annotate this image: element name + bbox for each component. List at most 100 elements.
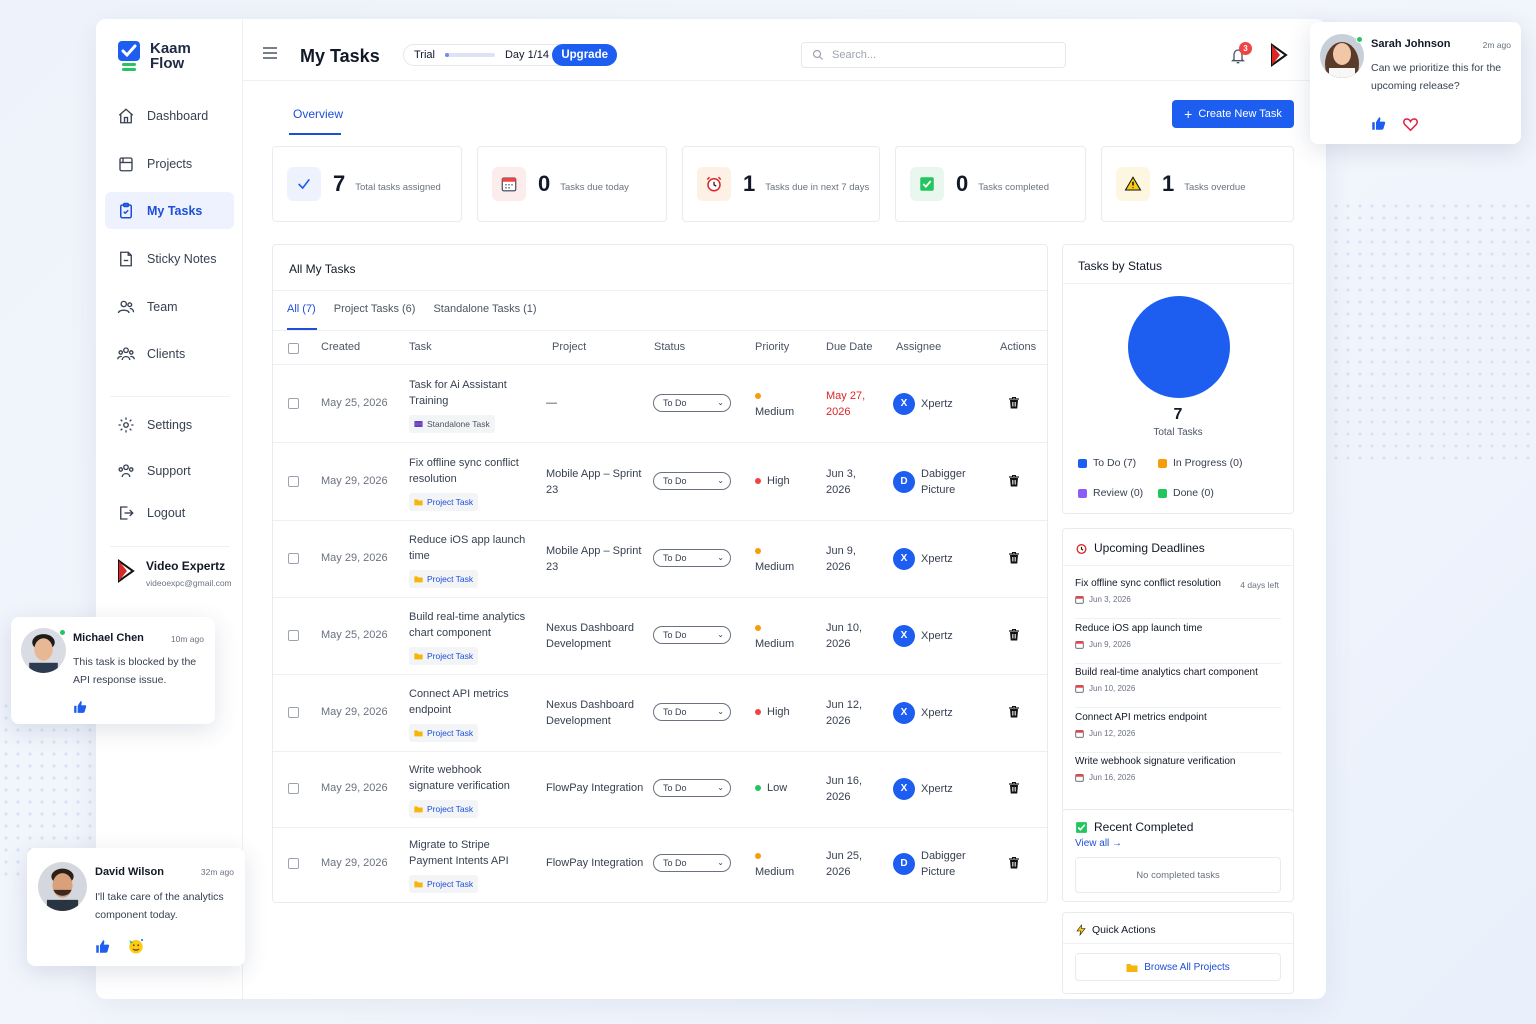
trash-icon[interactable] (1008, 628, 1020, 642)
deadline-item[interactable]: Fix offline sync conflict resolution Jun … (1075, 578, 1281, 619)
task-cell[interactable]: Task for Ai Assistant Training Standalone… (409, 377, 527, 433)
task-cell[interactable]: Reduce iOS app launch time Project Task (409, 532, 527, 588)
party-face-icon[interactable] (127, 937, 145, 955)
row-checkbox[interactable] (288, 476, 299, 487)
column-header-due-date[interactable]: Due Date (826, 341, 872, 353)
background-dots (1330, 200, 1530, 460)
sidebar-item-label: Sticky Notes (147, 251, 217, 266)
assignee[interactable]: X Xpertz (893, 697, 983, 729)
trash-icon[interactable] (1008, 396, 1020, 410)
task-cell[interactable]: Write webhook signature verification Proj… (409, 762, 527, 818)
deadline-item[interactable]: Write webhook signature verification Jun … (1075, 756, 1281, 794)
select-all-checkbox[interactable] (288, 343, 299, 354)
sidebar-item-settings[interactable]: Settings (105, 406, 234, 443)
assignee-name: Xpertz (921, 553, 953, 565)
assignee[interactable]: X Xpertz (893, 620, 983, 652)
column-header-status[interactable]: Status (654, 341, 685, 353)
assignee-avatar: X (893, 393, 915, 415)
stat-label: Tasks completed (978, 181, 1050, 193)
row-checkbox[interactable] (288, 398, 299, 409)
comment-card-david[interactable]: David Wilson 32m ago I'll take care of t… (27, 848, 245, 966)
assignee[interactable]: X Xpertz (893, 773, 983, 805)
sidebar-item-my-tasks[interactable]: My Tasks (105, 192, 234, 229)
assignee[interactable]: D Dabigger Picture (893, 848, 983, 880)
browse-all-projects-button[interactable]: Browse All Projects (1075, 953, 1281, 981)
row-checkbox[interactable] (288, 858, 299, 869)
status-select[interactable]: To Do ⌄ (653, 779, 731, 797)
user-profile[interactable]: Video Expertz videoexpc@gmail.com (116, 559, 232, 588)
assignee-avatar: X (893, 548, 915, 570)
comment-card-michael[interactable]: Michael Chen 10m ago This task is blocke… (11, 617, 215, 724)
status-select[interactable]: To Do ⌄ (653, 854, 731, 872)
task-cell[interactable]: Connect API metrics endpoint Project Task (409, 686, 527, 742)
search-input[interactable]: Search... (801, 42, 1066, 68)
sidebar-item-team[interactable]: Team (105, 288, 234, 325)
deadline-item[interactable]: Connect API metrics endpoint Jun 12, 2026 (1075, 712, 1281, 753)
table-row[interactable]: May 25, 2026 Build real-time analytics ch… (273, 597, 1047, 675)
sidebar-item-label: Support (147, 463, 191, 478)
tab-standalone-tasks[interactable]: Standalone Tasks (1) (433, 303, 536, 315)
status-select[interactable]: To Do ⌄ (653, 703, 731, 721)
thumbs-up-icon[interactable] (73, 700, 87, 714)
table-row[interactable]: May 29, 2026 Reduce iOS app launch time Pr… (273, 520, 1047, 598)
row-checkbox[interactable] (288, 630, 299, 641)
column-header-assignee[interactable]: Assignee (896, 341, 941, 353)
column-header-priority[interactable]: Priority (755, 341, 789, 353)
table-row[interactable]: May 29, 2026 Write webhook signature veri… (273, 750, 1047, 828)
comment-card-sarah[interactable]: Sarah Johnson 2m ago Can we prioritize t… (1310, 22, 1521, 144)
tab-overview[interactable]: Overview (293, 107, 343, 121)
sidebar-item-support[interactable]: Support (105, 452, 234, 489)
sidebar-item-sticky-notes[interactable]: Sticky Notes (105, 240, 234, 277)
table-row[interactable]: May 29, 2026 Connect API metrics endpoint… (273, 674, 1047, 752)
sidebar-item-projects[interactable]: Projects (105, 145, 234, 182)
tab-project-tasks[interactable]: Project Tasks (6) (334, 303, 416, 315)
table-row[interactable]: May 29, 2026 Fix offline sync conflict re… (273, 443, 1047, 521)
status-select[interactable]: To Do ⌄ (653, 549, 731, 567)
assignee[interactable]: D Dabigger Picture (893, 466, 983, 498)
status-select[interactable]: To Do ⌄ (653, 472, 731, 490)
due-date: Jun 16, 2026 (826, 775, 863, 803)
status-select[interactable]: To Do ⌄ (653, 394, 731, 412)
table-row[interactable]: May 29, 2026 Migrate to Stripe Payment In… (273, 825, 1047, 902)
upgrade-button[interactable]: Upgrade (552, 44, 617, 66)
thumbs-up-icon[interactable] (95, 939, 110, 954)
heart-icon[interactable] (1403, 117, 1418, 131)
column-header-created[interactable]: Created (321, 341, 360, 353)
thumbs-up-icon[interactable] (1371, 116, 1386, 131)
priority: High (755, 704, 815, 720)
sidebar-item-logout[interactable]: Logout (105, 494, 234, 531)
task-cell[interactable]: Build real-time analytics chart componen… (409, 609, 527, 665)
row-checkbox[interactable] (288, 707, 299, 718)
hamburger-menu-icon[interactable] (263, 47, 277, 59)
row-checkbox[interactable] (288, 783, 299, 794)
view-all-link[interactable]: View all → (1075, 838, 1122, 849)
status-select[interactable]: To Do ⌄ (653, 626, 731, 644)
assignee[interactable]: X Xpertz (893, 388, 983, 420)
trash-icon[interactable] (1008, 856, 1020, 870)
column-header-project[interactable]: Project (552, 341, 586, 353)
assignee[interactable]: X Xpertz (893, 543, 983, 575)
deadline-item[interactable]: Reduce iOS app launch time Jun 9, 2026 (1075, 623, 1281, 664)
task-cell[interactable]: Migrate to Stripe Payment Intents API Pro… (409, 837, 527, 893)
table-row[interactable]: May 25, 2026 Task for Ai Assistant Traini… (273, 365, 1047, 443)
task-type-tag: Project Task (409, 647, 479, 665)
logo[interactable]: Kaam Flow (118, 41, 191, 71)
trash-icon[interactable] (1008, 551, 1020, 565)
trash-icon[interactable] (1008, 705, 1020, 719)
column-header-task[interactable]: Task (409, 341, 432, 353)
trash-icon[interactable] (1008, 781, 1020, 795)
create-new-task-button[interactable]: + Create New Task (1172, 100, 1294, 128)
project-name: Mobile App – Sprint 23 (546, 468, 642, 496)
search-icon (812, 49, 823, 60)
kaamflow-logo-icon (118, 41, 140, 71)
row-checkbox[interactable] (288, 553, 299, 564)
panel-title: All My Tasks (289, 262, 356, 276)
task-cell[interactable]: Fix offline sync conflict resolution Proj… (409, 455, 527, 511)
trash-icon[interactable] (1008, 474, 1020, 488)
deadline-item[interactable]: Build real-time analytics chart componen… (1075, 667, 1281, 708)
sidebar-item-dashboard[interactable]: Dashboard (105, 97, 234, 134)
sidebar-item-clients[interactable]: Clients (105, 335, 234, 372)
project-name: FlowPay Integration (546, 782, 644, 794)
video-expertz-logo-icon[interactable] (1269, 43, 1289, 69)
tab-all[interactable]: All (7) (287, 303, 316, 315)
